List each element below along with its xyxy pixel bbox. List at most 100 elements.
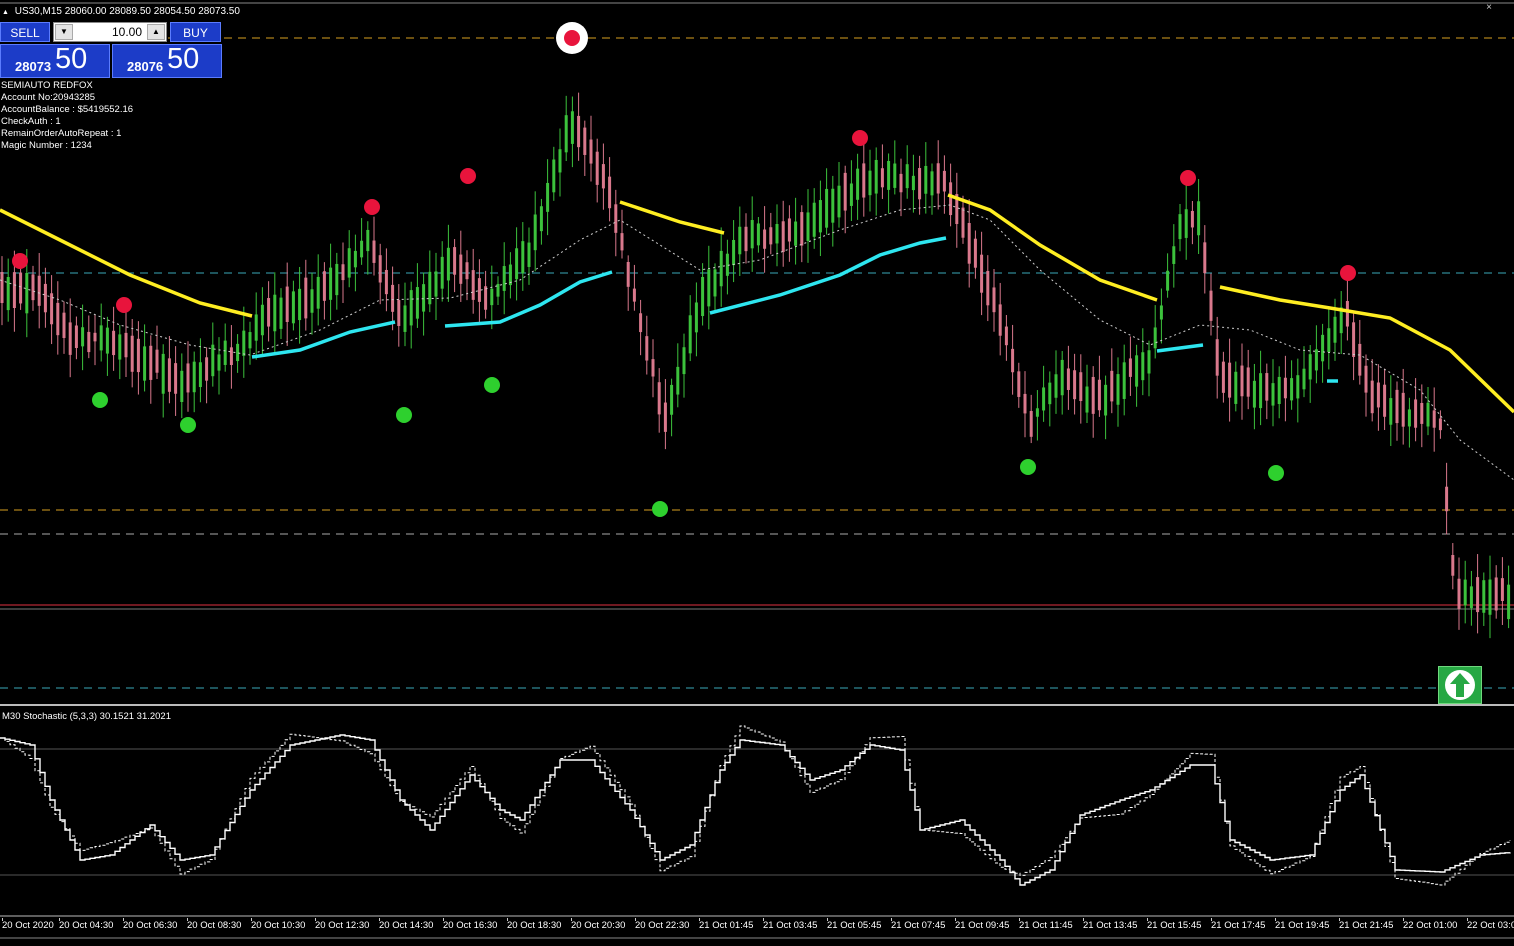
candle-body [1321,334,1325,362]
time-axis-tick [763,918,764,921]
bid-price-button[interactable]: 28073 50 [0,43,110,78]
candle-body [1221,361,1225,393]
candle-body [1234,371,1238,404]
candle-body [595,151,599,185]
candle-body [372,240,376,263]
ea-name: SEMIAUTO REDFOX [1,80,93,91]
candle-body [880,168,884,188]
ask-price-button[interactable]: 28076 50 [112,43,222,78]
collapse-triangle-icon[interactable]: ▲ [2,9,9,16]
candle-body [663,402,667,432]
candle-body [1414,399,1418,428]
account-number: Account No:20943285 [1,92,96,103]
candle-body [564,115,568,153]
buy-signal-arrow[interactable] [1438,666,1482,704]
candle-body [143,346,147,381]
candle-body [1445,486,1449,512]
candle-body [949,182,953,216]
candle-body [1079,372,1083,402]
time-axis-tick [187,918,188,921]
time-axis-label: 20 Oct 04:30 [59,920,114,931]
time-axis-tick [1147,918,1148,921]
time-axis-tick [1403,918,1404,921]
candle-body [601,164,605,189]
candle-body [422,284,426,312]
candle-body [583,127,587,155]
time-axis-tick [443,918,444,921]
candle-body [434,271,438,297]
candle-body [1401,392,1405,427]
candle-body [1277,376,1281,404]
candle-body [1494,577,1498,611]
candle-body [800,212,804,246]
green-signal-dot [180,417,196,433]
candle-body [1017,371,1021,397]
time-axis-label: 21 Oct 05:45 [827,920,882,931]
time-axis-tick [1339,918,1340,921]
time-axis-label: 21 Oct 15:45 [1147,920,1202,931]
candle-body [980,254,984,293]
candle-body [254,314,258,341]
time-axis-tick [1467,918,1468,921]
candle-body [37,275,41,306]
candle-body [546,182,550,212]
candle-body [1073,370,1077,400]
green-signal-dot [484,377,500,393]
candle-body [446,247,450,281]
candle-body [570,111,574,144]
yellow-moving-average [619,200,725,235]
time-axis-tick [1019,918,1020,921]
lot-size-stepper[interactable]: ▼ ▲ [53,22,167,42]
candle-body [645,336,649,361]
chart-area[interactable] [0,0,1514,941]
time-axis-label: 20 Oct 08:30 [187,920,242,931]
close-icon[interactable]: × [1486,2,1492,13]
candle-body [1271,383,1275,406]
candle-body [775,224,779,244]
candle-body [366,229,370,252]
candle-body [1488,579,1492,615]
lot-size-input[interactable] [76,24,142,40]
candle-body [1252,380,1256,408]
yellow-moving-average [947,193,1158,302]
candle-body [279,297,283,329]
lot-decrease-button[interactable]: ▼ [55,24,73,40]
candle-body [260,304,264,336]
candle-body [608,176,612,209]
candle-body [1352,322,1356,357]
candle-body [1395,389,1399,424]
candle-body [1407,409,1411,427]
candle-body [515,248,519,280]
candle-body [1159,305,1163,320]
sell-button[interactable]: SELL [0,22,50,42]
time-axis-label: 20 Oct 16:30 [443,920,498,931]
candle-body [620,233,624,251]
buy-button[interactable]: BUY [170,22,221,42]
candle-body [99,325,103,351]
candle-body [62,312,66,338]
candle-body [998,304,1002,336]
candle-body [329,267,333,300]
candle-body [837,185,841,218]
candle-body [806,212,810,241]
lot-increase-button[interactable]: ▲ [147,24,165,40]
candle-body [87,331,91,353]
candle-body [1091,376,1095,414]
candle-body [577,115,581,148]
candle-body [1283,377,1287,399]
candle-body [1296,375,1300,399]
candle-body [1135,355,1139,387]
candle-body [124,332,128,358]
candle-body [1029,410,1033,437]
candle-body [862,163,866,198]
time-axis-tick [699,918,700,921]
time-axis-tick [891,918,892,921]
candle-body [1265,373,1269,401]
candle-body [1370,380,1374,414]
candle-body [918,168,922,200]
time-axis-tick [379,918,380,921]
candle-body [713,269,717,297]
candle-body [93,332,97,342]
candle-body [112,330,116,356]
candle-body [812,202,816,237]
